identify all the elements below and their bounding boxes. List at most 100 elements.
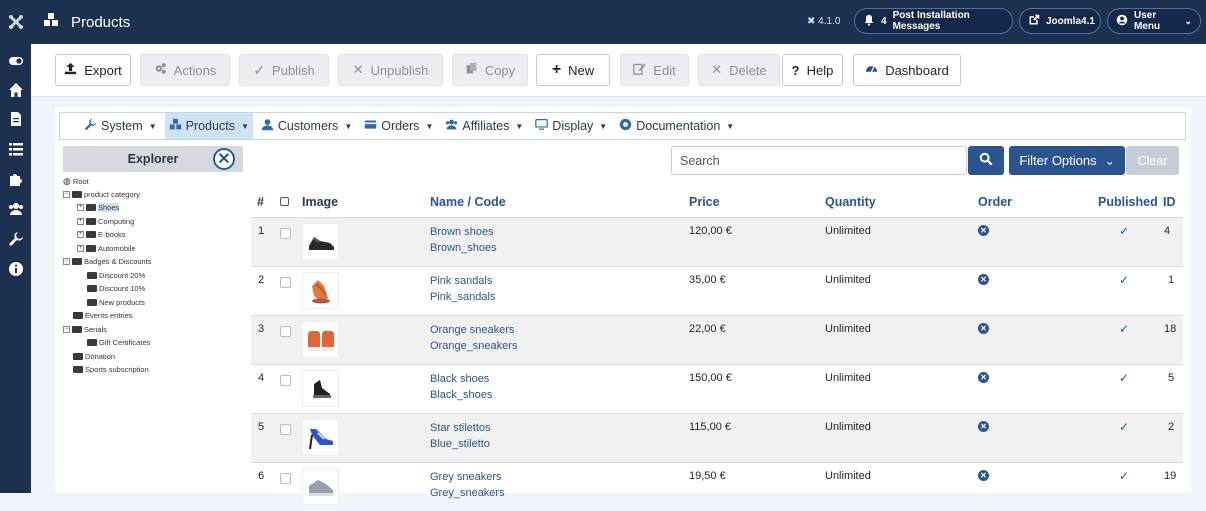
actions-button[interactable]: Actions bbox=[140, 54, 230, 86]
close-explorer-icon[interactable]: ✕ bbox=[213, 148, 235, 170]
toggle-icon[interactable] bbox=[0, 47, 31, 75]
times-circle-icon[interactable]: ✕ bbox=[978, 470, 989, 481]
users-icon[interactable] bbox=[0, 195, 31, 223]
collapse-icon[interactable]: − bbox=[63, 325, 70, 333]
user-icon bbox=[1116, 14, 1128, 29]
published-check-icon[interactable]: ✓ bbox=[1119, 322, 1129, 336]
puzzle-icon[interactable] bbox=[0, 165, 31, 193]
main-panel: System ▼ Products ▼ Customers ▼ Orders ▼ Aff… bbox=[55, 107, 1191, 505]
select-all-checkbox[interactable] bbox=[280, 197, 289, 206]
tree-node-root[interactable]: ◍ Root bbox=[63, 175, 89, 187]
col-order[interactable]: Order bbox=[978, 195, 1012, 209]
product-link[interactable]: Brown shoes Brown_shoes bbox=[430, 224, 497, 256]
tree-node-ebooks[interactable]: + E-books bbox=[77, 228, 126, 240]
tree-node-shoes[interactable]: + Shoes bbox=[77, 201, 120, 213]
expand-icon[interactable]: + bbox=[77, 244, 84, 252]
published-check-icon[interactable]: ✓ bbox=[1119, 420, 1129, 434]
published-check-icon[interactable]: ✓ bbox=[1119, 371, 1129, 385]
product-image[interactable] bbox=[302, 272, 339, 309]
tree-node-badges[interactable]: − Badges & Discounts bbox=[63, 255, 152, 267]
col-quantity[interactable]: Quantity bbox=[825, 195, 876, 209]
site-link-button[interactable]: Joomla4.1 bbox=[1019, 8, 1101, 34]
tree-node-discount10[interactable]: Discount 10% bbox=[87, 282, 145, 294]
info-icon[interactable] bbox=[0, 255, 31, 283]
tree-node-gift[interactable]: Gift Certificates bbox=[87, 336, 150, 348]
tree-node-events[interactable]: Events entries bbox=[73, 309, 133, 321]
caret-icon: ▼ bbox=[726, 121, 735, 131]
product-image[interactable] bbox=[302, 419, 339, 456]
published-check-icon[interactable]: ✓ bbox=[1119, 224, 1129, 238]
collapse-icon[interactable]: − bbox=[63, 190, 70, 198]
menu-system[interactable]: System ▼ bbox=[80, 113, 161, 139]
expand-icon[interactable]: + bbox=[77, 230, 84, 238]
col-published[interactable]: Published bbox=[1098, 195, 1158, 209]
times-circle-icon[interactable]: ✕ bbox=[978, 421, 989, 432]
delete-button[interactable]: ✕ Delete bbox=[698, 54, 780, 86]
search-input[interactable]: Search bbox=[671, 146, 967, 175]
wrench-icon[interactable] bbox=[0, 225, 31, 253]
collapse-icon[interactable]: − bbox=[63, 257, 70, 265]
joomla-logo-icon[interactable] bbox=[0, 0, 31, 44]
times-circle-icon[interactable]: ✕ bbox=[978, 323, 989, 334]
tree-node-discount20[interactable]: Discount 20% bbox=[87, 269, 145, 281]
menu-documentation[interactable]: Documentation ▼ bbox=[615, 113, 738, 139]
col-name[interactable]: Name / Code bbox=[430, 195, 506, 209]
menu-display[interactable]: Display ▼ bbox=[531, 113, 611, 139]
published-check-icon[interactable]: ✓ bbox=[1119, 273, 1129, 287]
published-check-icon[interactable]: ✓ bbox=[1119, 469, 1129, 483]
product-image[interactable] bbox=[302, 370, 339, 407]
menu-orders[interactable]: Orders ▼ bbox=[360, 113, 437, 139]
product-image[interactable] bbox=[302, 468, 339, 505]
list-icon[interactable] bbox=[0, 135, 31, 163]
menu-customers[interactable]: Customers ▼ bbox=[257, 113, 356, 139]
row-checkbox[interactable] bbox=[280, 375, 291, 386]
filter-options-button[interactable]: Filter Options ⌄ bbox=[1009, 146, 1125, 175]
product-link[interactable]: Grey sneakers Grey_sneakers bbox=[430, 469, 505, 501]
post-install-messages-button[interactable]: 4 Post Installation Messages bbox=[854, 8, 1013, 34]
new-button[interactable]: + New bbox=[536, 54, 610, 86]
times-circle-icon[interactable]: ✕ bbox=[978, 372, 989, 383]
menu-affiliates[interactable]: Affiliates ▼ bbox=[441, 113, 527, 139]
tree-node-product-category[interactable]: − product category bbox=[63, 188, 140, 200]
dashboard-button[interactable]: Dashboard bbox=[853, 54, 961, 86]
edit-button[interactable]: Edit bbox=[620, 54, 689, 86]
col-price[interactable]: Price bbox=[689, 195, 720, 209]
publish-button[interactable]: ✓ Publish bbox=[239, 54, 329, 86]
tree-node-donation[interactable]: Donation bbox=[73, 350, 115, 362]
expand-icon[interactable]: + bbox=[77, 217, 84, 225]
times-circle-icon[interactable]: ✕ bbox=[978, 274, 989, 285]
product-link[interactable]: Pink sandals Pink_sandals bbox=[430, 273, 495, 305]
times-icon: ✕ bbox=[352, 62, 364, 77]
row-checkbox[interactable] bbox=[280, 326, 291, 337]
menu-products[interactable]: Products ▼ bbox=[164, 113, 253, 139]
product-link[interactable]: Orange sneakers Orange_sneakers bbox=[430, 322, 517, 354]
product-image[interactable] bbox=[302, 321, 339, 358]
tree-node-serials[interactable]: − Serials bbox=[63, 323, 107, 335]
table-row: 4 Black shoes Black_shoes 150,00 € Unlimi… bbox=[251, 364, 1183, 413]
row-checkbox[interactable] bbox=[280, 424, 291, 435]
col-id[interactable]: ID bbox=[1163, 195, 1176, 209]
row-checkbox[interactable] bbox=[280, 473, 291, 484]
clear-button[interactable]: Clear bbox=[1126, 146, 1179, 175]
tree-node-sports[interactable]: Sports subscription bbox=[73, 363, 149, 375]
search-button[interactable] bbox=[968, 146, 1004, 175]
product-image[interactable] bbox=[302, 223, 339, 260]
copy-button[interactable]: Copy bbox=[452, 54, 528, 86]
row-checkbox[interactable] bbox=[280, 277, 291, 288]
home-icon[interactable] bbox=[0, 76, 31, 104]
product-link[interactable]: Star stilettos Blue_stiletto bbox=[430, 420, 491, 452]
times-circle-icon[interactable]: ✕ bbox=[978, 225, 989, 236]
tree-node-new-products[interactable]: New products bbox=[87, 296, 145, 308]
tree-node-automobile[interactable]: + Automobile bbox=[77, 242, 136, 254]
folder-icon bbox=[86, 203, 96, 211]
row-checkbox[interactable] bbox=[280, 228, 291, 239]
file-icon[interactable] bbox=[0, 105, 31, 133]
product-link[interactable]: Black shoes Black_shoes bbox=[430, 371, 492, 403]
unpublish-button[interactable]: ✕ Unpublish bbox=[338, 54, 443, 86]
chevron-down-icon: ⌄ bbox=[1104, 153, 1115, 168]
export-button[interactable]: Export bbox=[55, 54, 131, 86]
tree-node-computing[interactable]: + Computing bbox=[77, 215, 134, 227]
expand-icon[interactable]: + bbox=[77, 203, 84, 211]
user-menu-button[interactable]: User Menu ⌄ bbox=[1107, 8, 1201, 34]
help-button[interactable]: ? Help bbox=[782, 54, 843, 86]
